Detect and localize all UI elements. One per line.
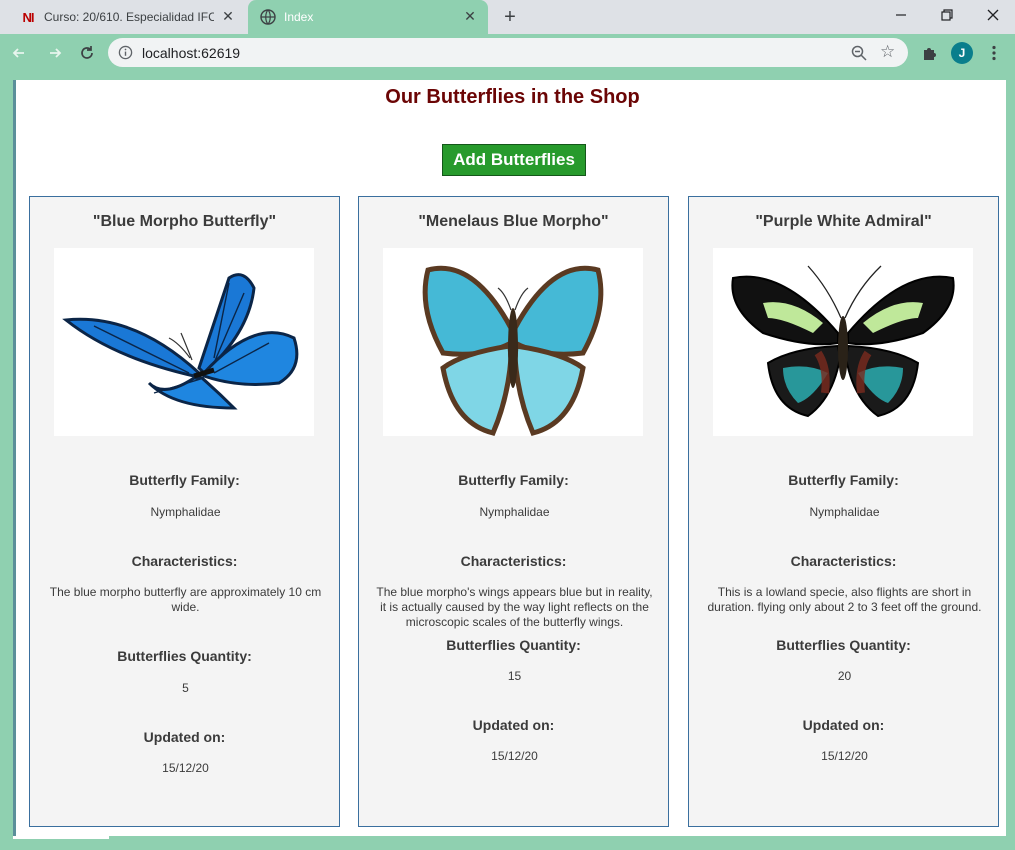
menu-kebab-icon[interactable] xyxy=(983,42,1005,64)
butterfly-card: "Menelaus Blue Morpho" Butterfly Family:… xyxy=(358,196,669,827)
window-bottom-edge xyxy=(0,836,1015,850)
extensions-puzzle-icon[interactable] xyxy=(918,42,940,64)
family-label: Butterfly Family: xyxy=(458,472,569,488)
characteristics-value: This is a lowland specie, also flights a… xyxy=(707,585,982,614)
butterfly-name: "Purple White Admiral" xyxy=(755,213,932,230)
updated-label: Updated on: xyxy=(802,717,885,733)
tab-curso[interactable]: NI Curso: 20/610. Especialidad IFCD ✕ xyxy=(8,0,246,34)
page-title: Our Butterflies in the Shop xyxy=(385,86,640,108)
close-tab-icon[interactable]: ✕ xyxy=(220,8,236,24)
browser-toolbar: localhost:62619 ☆ J xyxy=(0,34,1015,72)
characteristics-value: The blue morpho butterfly are approximat… xyxy=(49,585,322,614)
family-value: Nymphalidae xyxy=(809,505,880,519)
characteristics-label: Characteristics: xyxy=(790,553,897,569)
globe-icon xyxy=(260,9,276,25)
characteristics-label: Characteristics: xyxy=(131,553,238,569)
tab-title: Index xyxy=(284,10,314,24)
purple-white-admiral-image xyxy=(713,248,973,436)
updated-value: 15/12/20 xyxy=(491,749,538,763)
avatar-letter: J xyxy=(951,42,973,64)
quantity-value: 20 xyxy=(837,669,852,683)
butterfly-name: "Menelaus Blue Morpho" xyxy=(418,213,609,230)
add-butterflies-button[interactable]: Add Butterflies xyxy=(442,144,586,176)
ni-favicon-icon: NI xyxy=(22,9,35,25)
zoom-icon[interactable] xyxy=(850,44,868,62)
updated-label: Updated on: xyxy=(472,717,555,733)
profile-avatar[interactable]: J xyxy=(951,42,973,64)
back-button[interactable] xyxy=(6,40,32,66)
tab-index[interactable]: Index ✕ xyxy=(248,0,488,34)
horizontal-scrollbar[interactable] xyxy=(13,836,109,839)
characteristics-value: The blue morpho's wings appears blue but… xyxy=(376,585,653,629)
address-bar[interactable]: localhost:62619 ☆ xyxy=(108,38,908,67)
butterfly-card: "Blue Morpho Butterfly" Butterfly Family… xyxy=(29,196,340,827)
family-label: Butterfly Family: xyxy=(129,472,240,488)
url-text: localhost:62619 xyxy=(142,45,241,61)
quantity-label: Butterflies Quantity: xyxy=(117,648,252,664)
characteristics-label: Characteristics: xyxy=(460,553,567,569)
quantity-value: 15 xyxy=(507,669,522,683)
updated-value: 15/12/20 xyxy=(821,749,868,763)
reload-button[interactable] xyxy=(74,40,100,66)
butterfly-name: "Blue Morpho Butterfly" xyxy=(92,213,277,230)
tab-title: Curso: 20/610. Especialidad IFCD xyxy=(44,10,214,24)
restore-button[interactable] xyxy=(924,0,970,30)
new-tab-button[interactable]: + xyxy=(498,4,522,30)
quantity-label: Butterflies Quantity: xyxy=(446,637,581,653)
tab-strip: NI Curso: 20/610. Especialidad IFCD ✕ In… xyxy=(0,0,1015,34)
family-value: Nymphalidae xyxy=(150,505,221,519)
bookmark-star-icon[interactable]: ☆ xyxy=(880,43,898,61)
site-info-icon[interactable] xyxy=(118,45,133,60)
updated-label: Updated on: xyxy=(143,729,226,745)
updated-value: 15/12/20 xyxy=(162,761,209,775)
blue-morpho-butterfly-image xyxy=(54,248,314,436)
close-window-button[interactable] xyxy=(970,0,1015,30)
menelaus-blue-morpho-image xyxy=(383,248,643,436)
forward-button[interactable] xyxy=(42,40,68,66)
butterfly-card: "Purple White Admiral" Butterfly Family:… xyxy=(688,196,999,827)
close-tab-icon[interactable]: ✕ xyxy=(462,8,478,24)
family-value: Nymphalidae xyxy=(479,505,550,519)
quantity-value: 5 xyxy=(182,681,189,695)
family-label: Butterfly Family: xyxy=(788,472,899,488)
page-viewport: Our Butterflies in the Shop Add Butterfl… xyxy=(13,80,1006,836)
quantity-label: Butterflies Quantity: xyxy=(776,637,911,653)
minimize-button[interactable] xyxy=(878,0,924,30)
